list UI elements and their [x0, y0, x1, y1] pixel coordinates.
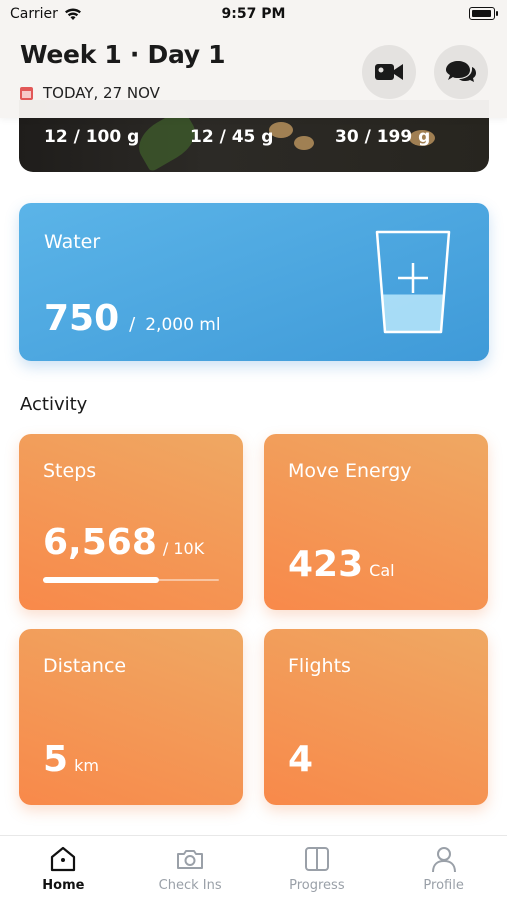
battery-icon: [469, 7, 498, 20]
flights-label: Flights: [288, 655, 351, 677]
chat-button[interactable]: [434, 45, 488, 99]
flights-value-row: 4: [288, 739, 313, 780]
date-row: TODAY, 27 NOV: [20, 84, 160, 102]
move-energy-value: 423: [288, 544, 364, 585]
water-label: Water: [44, 231, 101, 253]
flights-value: 4: [288, 739, 314, 780]
steps-tile[interactable]: Steps 6,568 / 10K: [19, 434, 243, 610]
distance-value-row: 5 km: [43, 739, 99, 780]
water-value: 750: [44, 298, 120, 339]
tab-check-ins[interactable]: Check Ins: [127, 836, 254, 900]
flights-tile[interactable]: Flights 4: [264, 629, 488, 805]
chat-bubbles-icon: [446, 61, 476, 82]
date-label: TODAY, 27 NOV: [43, 84, 160, 102]
video-camera-icon: [375, 64, 403, 80]
clock: 9:57 PM: [221, 6, 286, 22]
move-energy-tile[interactable]: Move Energy 423 Cal: [264, 434, 488, 610]
distance-value: 5: [43, 739, 69, 780]
distance-unit: km: [74, 756, 99, 775]
video-call-button[interactable]: [362, 45, 416, 99]
steps-value-row: 6,568 / 10K: [43, 522, 204, 563]
steps-goal: / 10K: [162, 539, 205, 558]
tab-label: Check Ins: [158, 878, 222, 893]
steps-value: 6,568: [43, 522, 157, 563]
nutrition-stat: 12 / 100 g: [44, 127, 140, 147]
tab-progress[interactable]: Progress: [254, 836, 381, 900]
water-goal: 2,000 ml: [145, 315, 221, 335]
move-energy-label: Move Energy: [288, 460, 412, 482]
nutrition-stat: 12 / 45 g: [190, 127, 274, 147]
tab-label: Profile: [423, 878, 464, 893]
calendar-icon: [20, 86, 33, 100]
distance-label: Distance: [43, 655, 127, 677]
progress-book-icon: [304, 847, 329, 871]
tab-home[interactable]: Home: [0, 836, 127, 900]
steps-progress-track: [43, 577, 219, 583]
camera-icon: [177, 850, 204, 869]
water-value-row: 750 / 2,000 ml: [44, 298, 221, 339]
water-card[interactable]: Water 750 / 2,000 ml: [19, 203, 489, 361]
home-icon: [51, 846, 76, 872]
status-bar: Carrier 9:57 PM: [0, 0, 507, 30]
steps-label: Steps: [43, 460, 97, 482]
nut-decoration: [294, 136, 314, 150]
person-icon: [431, 847, 456, 873]
page-title: Week 1 · Day 1: [20, 40, 226, 69]
distance-tile[interactable]: Distance 5 km: [19, 629, 243, 805]
tab-bar: Home Check Ins Progress Profile: [0, 835, 507, 900]
nutrition-stat: 30 / 199 g: [335, 127, 431, 147]
activity-heading: Activity: [20, 394, 88, 415]
tab-profile[interactable]: Profile: [380, 836, 507, 900]
add-water-glass-icon[interactable]: [373, 227, 453, 337]
tab-label: Home: [42, 878, 85, 893]
steps-progress-fill: [43, 577, 160, 583]
move-energy-unit: Cal: [369, 561, 395, 580]
move-energy-value-row: 423 Cal: [288, 544, 395, 585]
tab-label: Progress: [289, 878, 345, 893]
water-separator: /: [129, 314, 136, 335]
